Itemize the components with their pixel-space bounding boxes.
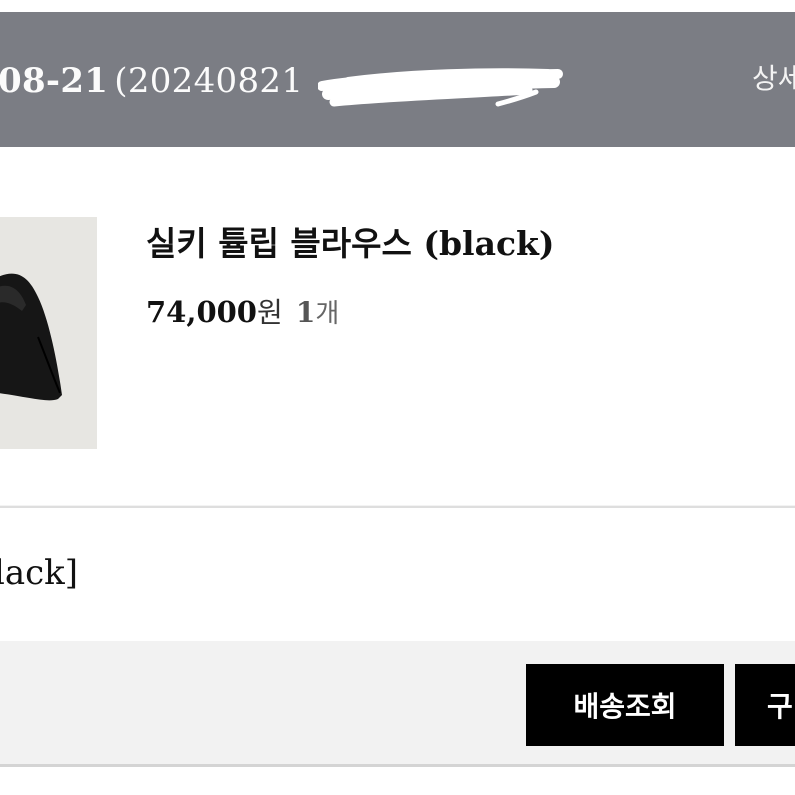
price-row: 74,000원 1개 <box>146 291 339 331</box>
action-bar: 배송조회 구 <box>0 641 795 764</box>
product-option-text: lack] <box>0 553 79 593</box>
product-price: 74,000 <box>146 295 257 329</box>
order-item-card: 실키 튤립 블라우스 (black) 74,000원 1개 <box>0 147 795 505</box>
bottom-area <box>0 767 795 795</box>
order-date-line: 08-21 (20240821 <box>0 61 303 101</box>
top-strip <box>0 0 795 12</box>
quantity-unit: 개 <box>315 299 340 329</box>
product-name[interactable]: 실키 튤립 블라우스 (black) <box>146 217 555 265</box>
product-thumbnail[interactable] <box>0 217 97 449</box>
second-action-button[interactable]: 구 <box>735 664 795 746</box>
order-number: (20240821 <box>114 61 304 101</box>
order-date: 08-21 <box>0 61 109 101</box>
track-delivery-button[interactable]: 배송조회 <box>526 664 724 746</box>
blouse-image-icon <box>0 217 97 449</box>
price-currency: 원 <box>257 296 283 329</box>
order-header: 08-21 (20240821 상세 <box>0 12 795 147</box>
product-quantity: 1 <box>295 296 316 329</box>
option-row: lack] <box>0 508 795 641</box>
order-detail-link[interactable]: 상세 <box>752 57 795 97</box>
redaction-scribble-icon <box>318 68 563 107</box>
